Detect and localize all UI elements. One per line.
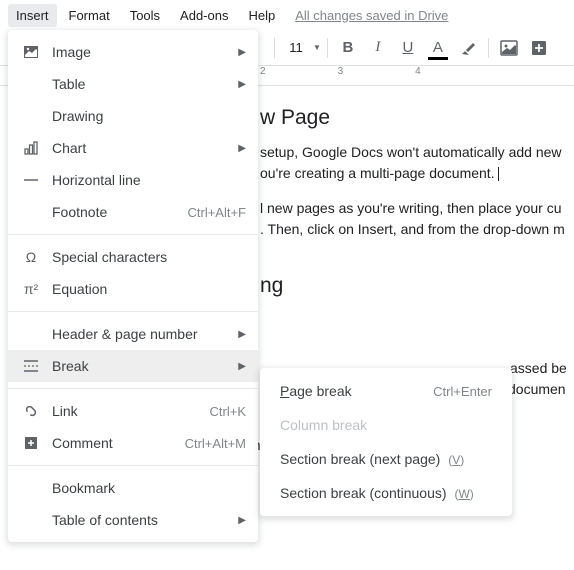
menu-tools[interactable]: Tools (122, 4, 168, 27)
menu-item-hline[interactable]: Horizontal line (8, 164, 258, 196)
separator (8, 234, 258, 235)
menu-help[interactable]: Help (240, 4, 283, 27)
text-color-button[interactable]: A (424, 34, 452, 62)
text-cursor (498, 167, 499, 181)
break-submenu: Page break Ctrl+Enter Column break Secti… (260, 368, 512, 516)
chevron-right-icon: ▶ (238, 329, 246, 340)
submenu-label: Section break (continuous) (W) (280, 485, 492, 501)
ruler-mark: 4 (415, 66, 421, 77)
highlight-button[interactable] (454, 34, 482, 62)
separator (8, 388, 258, 389)
menu-label: Bookmark (52, 480, 246, 496)
comment-icon (20, 433, 42, 453)
separator (274, 38, 275, 58)
chart-icon (20, 138, 42, 158)
menu-label: Link (52, 403, 210, 419)
menu-label: Horizontal line (52, 172, 246, 188)
submenu-item-section-break-next[interactable]: Section break (next page) (V) (260, 442, 512, 476)
paragraph: setup, Google Docs won't automatically a… (260, 142, 574, 184)
separator (488, 38, 489, 58)
chevron-right-icon: ▶ (238, 361, 246, 372)
bold-button[interactable]: B (334, 34, 362, 62)
separator (327, 38, 328, 58)
menu-label: Break (52, 358, 238, 374)
chevron-right-icon: ▶ (238, 143, 246, 154)
menu-label: Comment (52, 435, 185, 451)
submenu-item-column-break: Column break (260, 408, 512, 442)
shortcut: Ctrl+Alt+M (185, 436, 246, 451)
separator (8, 465, 258, 466)
chevron-down-icon: ▼ (313, 43, 321, 52)
menu-item-link[interactable]: Link Ctrl+K (8, 395, 258, 427)
add-button[interactable] (525, 34, 553, 62)
menu-item-equation[interactable]: π² Equation (8, 273, 258, 305)
menu-item-special-chars[interactable]: Ω Special characters (8, 241, 258, 273)
chevron-right-icon: ▶ (238, 515, 246, 526)
menu-item-toc[interactable]: Table of contents ▶ (8, 504, 258, 536)
pi-icon: π² (20, 279, 42, 299)
submenu-label: Section break (next page) (V) (280, 451, 492, 467)
link-icon (20, 401, 42, 421)
menu-label: Special characters (52, 249, 246, 265)
underline-button[interactable]: U (394, 34, 422, 62)
italic-button[interactable]: I (364, 34, 392, 62)
paragraph: l new pages as you're writing, then plac… (260, 198, 574, 240)
ruler-mark: 2 (260, 66, 266, 77)
menu-label: Header & page number (52, 326, 238, 342)
insert-dropdown: Image ▶ Table ▶ Drawing Chart ▶ Horizont… (8, 30, 258, 542)
menu-label: Table (52, 76, 238, 92)
menu-item-drawing[interactable]: Drawing (8, 100, 258, 132)
menu-format[interactable]: Format (61, 4, 118, 27)
menu-item-comment[interactable]: Comment Ctrl+Alt+M (8, 427, 258, 459)
ruler-mark: 3 (338, 66, 344, 77)
menu-label: Chart (52, 140, 238, 156)
break-icon (20, 356, 42, 376)
blank-icon (20, 202, 42, 222)
omega-icon: Ω (20, 247, 42, 267)
submenu-item-section-break-continuous[interactable]: Section break (continuous) (W) (260, 476, 512, 510)
separator (8, 311, 258, 312)
menubar: Insert Format Tools Add-ons Help All cha… (0, 0, 574, 30)
menu-item-break[interactable]: Break ▶ (8, 350, 258, 382)
shortcut: Ctrl+Alt+F (187, 205, 246, 220)
menu-addons[interactable]: Add-ons (172, 4, 236, 27)
heading: w Page (260, 106, 574, 130)
image-icon (20, 42, 42, 62)
blank-icon (20, 478, 42, 498)
menu-label: Image (52, 44, 238, 60)
blank-icon (20, 74, 42, 94)
chevron-right-icon: ▶ (238, 47, 246, 58)
blank-icon (20, 106, 42, 126)
menu-item-header-page-number[interactable]: Header & page number ▶ (8, 318, 258, 350)
heading: ng (260, 274, 574, 298)
menu-label: Drawing (52, 108, 246, 124)
menu-item-table[interactable]: Table ▶ (8, 68, 258, 100)
submenu-label: Page break (280, 383, 433, 399)
horizontal-line-icon (20, 170, 42, 190)
blank-icon (20, 324, 42, 344)
menu-label: Table of contents (52, 512, 238, 528)
menu-insert[interactable]: Insert (8, 4, 57, 27)
menu-item-footnote[interactable]: Footnote Ctrl+Alt+F (8, 196, 258, 228)
menu-item-image[interactable]: Image ▶ (8, 36, 258, 68)
menu-item-chart[interactable]: Chart ▶ (8, 132, 258, 164)
font-size-value: 11 (281, 40, 311, 55)
shortcut: Ctrl+K (210, 404, 246, 419)
submenu-label: Column break (280, 417, 492, 433)
insert-image-button[interactable] (495, 34, 523, 62)
blank-icon (20, 510, 42, 530)
menu-item-bookmark[interactable]: Bookmark (8, 472, 258, 504)
menu-label: Equation (52, 281, 246, 297)
saved-status[interactable]: All changes saved in Drive (295, 8, 448, 23)
chevron-right-icon: ▶ (238, 79, 246, 90)
menu-label: Footnote (52, 204, 187, 220)
submenu-item-page-break[interactable]: Page break Ctrl+Enter (260, 374, 512, 408)
font-size-control[interactable]: 11 ▼ (281, 40, 321, 55)
shortcut: Ctrl+Enter (433, 384, 492, 399)
